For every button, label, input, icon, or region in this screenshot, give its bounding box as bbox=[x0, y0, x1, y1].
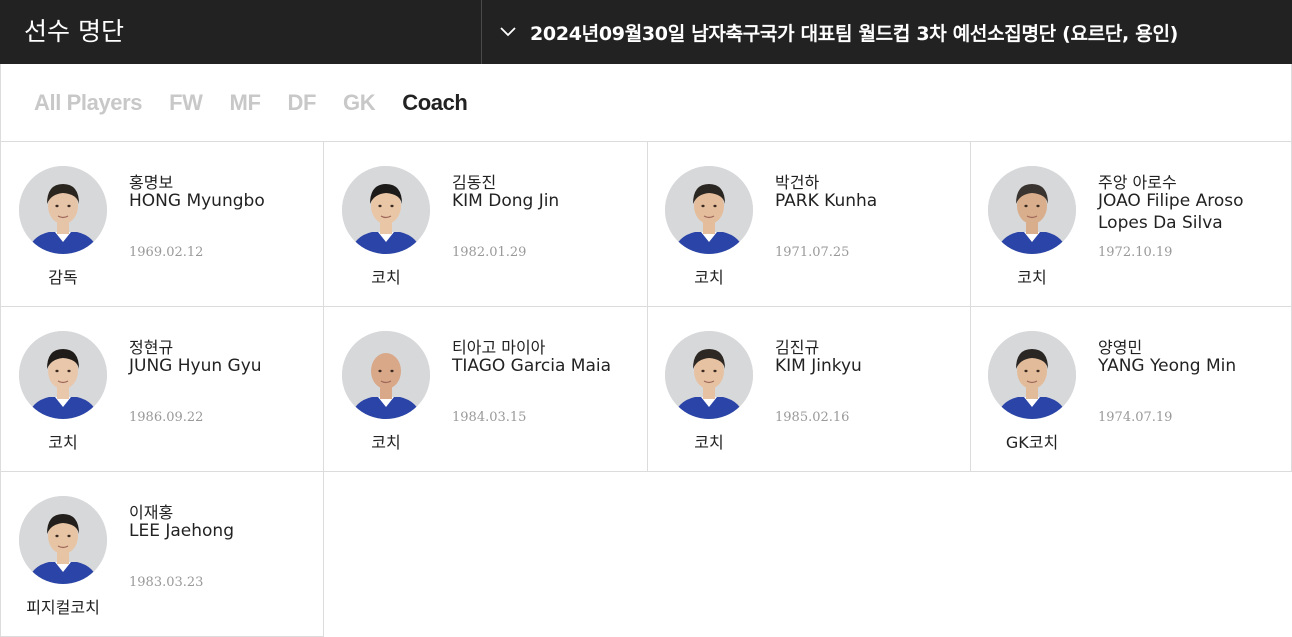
staff-birth-date: 1969.02.12 bbox=[129, 245, 204, 260]
staff-birth-date: 1983.03.23 bbox=[129, 575, 204, 590]
avatar-icon bbox=[342, 166, 430, 254]
staff-card[interactable]: 코치 김진규 KIM Jinkyu 1985.02.16 bbox=[647, 307, 971, 472]
tab-gk[interactable]: GK bbox=[343, 90, 376, 116]
staff-card[interactable]: 피지컬코치 이재홍 LEE Jaehong 1983.03.23 bbox=[0, 472, 324, 637]
staff-role: 감독 bbox=[48, 268, 78, 287]
staff-english-name: TIAGO Garcia Maia bbox=[452, 356, 612, 376]
avatar-icon bbox=[19, 496, 107, 584]
staff-birth-date: 1985.02.16 bbox=[775, 410, 850, 425]
staff-role: 코치 bbox=[1017, 268, 1047, 287]
staff-card[interactable]: 감독 홍명보 HONG Myungbo 1969.02.12 bbox=[0, 142, 324, 307]
staff-english-name: PARK Kunha bbox=[775, 191, 878, 211]
staff-role: 코치 bbox=[694, 268, 724, 287]
avatar-icon bbox=[19, 166, 107, 254]
staff-card[interactable]: 코치 티아고 마이아 TIAGO Garcia Maia 1984.03.15 bbox=[324, 307, 648, 472]
staff-card[interactable]: GK코치 양영민 YANG Yeong Min 1974.07.19 bbox=[970, 307, 1292, 472]
staff-birth-date: 1984.03.15 bbox=[452, 410, 527, 425]
avatar-icon bbox=[342, 331, 430, 419]
staff-birth-date: 1971.07.25 bbox=[775, 245, 850, 260]
tab-df[interactable]: DF bbox=[288, 90, 317, 116]
staff-birth-date: 1972.10.19 bbox=[1098, 245, 1173, 260]
staff-english-name: JOAO Filipe Aroso Lopes Da Silva bbox=[1098, 191, 1244, 233]
roster-select[interactable]: 2024년09월30일 남자축구국가 대표팀 월드컵 3차 예선소집명단 (요르… bbox=[482, 0, 1292, 64]
avatar-icon bbox=[665, 331, 753, 419]
staff-birth-date: 1974.07.19 bbox=[1098, 410, 1173, 425]
staff-role: 코치 bbox=[694, 433, 724, 452]
staff-birth-date: 1986.09.22 bbox=[129, 410, 204, 425]
staff-english-name: KIM Dong Jin bbox=[452, 191, 560, 211]
staff-role: 코치 bbox=[371, 268, 401, 287]
tab-fw[interactable]: FW bbox=[169, 90, 203, 116]
staff-english-name: YANG Yeong Min bbox=[1098, 356, 1237, 376]
staff-card[interactable]: 코치 김동진 KIM Dong Jin 1982.01.29 bbox=[324, 142, 648, 307]
staff-card[interactable]: 코치 주앙 아로수 JOAO Filipe Aroso Lopes Da Sil… bbox=[970, 142, 1292, 307]
staff-english-name: JUNG Hyun Gyu bbox=[129, 356, 262, 376]
page-title: 선수 명단 bbox=[0, 0, 482, 64]
position-tabs: All Players FW MF DF GK Coach bbox=[0, 64, 1292, 142]
staff-english-name: HONG Myungbo bbox=[129, 191, 265, 211]
top-bar: 선수 명단 2024년09월30일 남자축구국가 대표팀 월드컵 3차 예선소집… bbox=[0, 0, 1292, 64]
staff-english-name: KIM Jinkyu bbox=[775, 356, 862, 376]
chevron-down-icon bbox=[498, 22, 518, 42]
tab-coach[interactable]: Coach bbox=[402, 90, 468, 116]
avatar-icon bbox=[19, 331, 107, 419]
tab-mf[interactable]: MF bbox=[230, 90, 261, 116]
roster-select-label: 2024년09월30일 남자축구국가 대표팀 월드컵 3차 예선소집명단 (요르… bbox=[530, 22, 1179, 45]
staff-role: 코치 bbox=[371, 433, 401, 452]
avatar-icon bbox=[988, 166, 1076, 254]
staff-english-name: LEE Jaehong bbox=[129, 521, 234, 541]
staff-role: 피지컬코치 bbox=[26, 598, 100, 617]
avatar-icon bbox=[665, 166, 753, 254]
staff-card[interactable]: 코치 정현규 JUNG Hyun Gyu 1986.09.22 bbox=[0, 307, 324, 472]
staff-birth-date: 1982.01.29 bbox=[452, 245, 527, 260]
tab-all-players[interactable]: All Players bbox=[34, 90, 143, 116]
staff-role: GK코치 bbox=[1005, 433, 1059, 452]
staff-role: 코치 bbox=[48, 433, 78, 452]
avatar-icon bbox=[988, 331, 1076, 419]
staff-card[interactable]: 코치 박건하 PARK Kunha 1971.07.25 bbox=[647, 142, 971, 307]
